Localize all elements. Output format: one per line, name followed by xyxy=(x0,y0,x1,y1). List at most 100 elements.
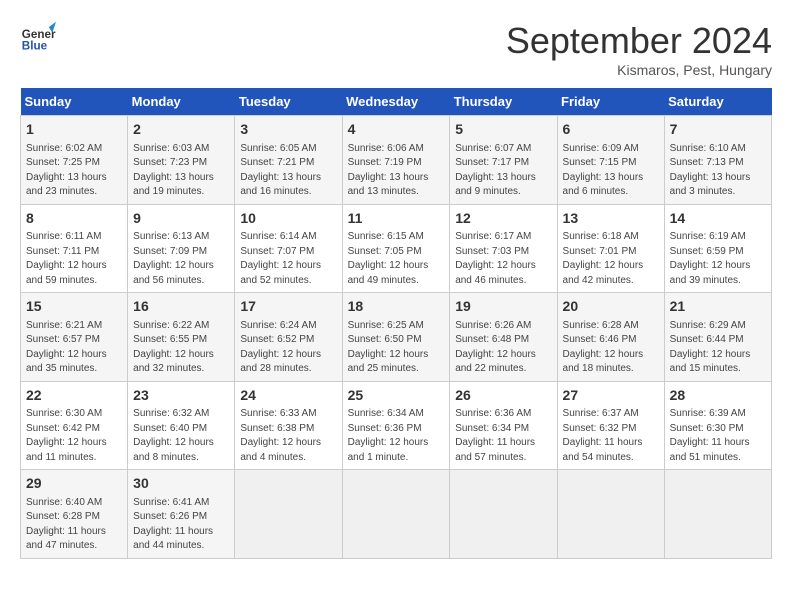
table-row: 13Sunrise: 6:18 AM Sunset: 7:01 PM Dayli… xyxy=(557,204,664,293)
svg-text:Blue: Blue xyxy=(22,40,48,53)
day-number: 4 xyxy=(348,120,445,140)
calendar-week-5: 29Sunrise: 6:40 AM Sunset: 6:28 PM Dayli… xyxy=(21,470,772,559)
day-number: 28 xyxy=(670,386,766,406)
day-number: 15 xyxy=(26,297,122,317)
table-row: 24Sunrise: 6:33 AM Sunset: 6:38 PM Dayli… xyxy=(235,381,342,470)
table-row: 10Sunrise: 6:14 AM Sunset: 7:07 PM Dayli… xyxy=(235,204,342,293)
day-info: Sunrise: 6:15 AM Sunset: 7:05 PM Dayligh… xyxy=(348,230,445,288)
table-row xyxy=(450,470,557,559)
table-row xyxy=(557,470,664,559)
day-number: 10 xyxy=(240,209,336,229)
day-info: Sunrise: 6:25 AM Sunset: 6:50 PM Dayligh… xyxy=(348,319,445,377)
logo: General Blue xyxy=(20,20,56,56)
title-area: September 2024 Kismaros, Pest, Hungary xyxy=(506,20,772,78)
day-number: 23 xyxy=(133,386,229,406)
calendar-table: Sunday Monday Tuesday Wednesday Thursday… xyxy=(20,88,772,559)
day-info: Sunrise: 6:18 AM Sunset: 7:01 PM Dayligh… xyxy=(563,230,659,288)
day-info: Sunrise: 6:33 AM Sunset: 6:38 PM Dayligh… xyxy=(240,407,336,465)
day-number: 2 xyxy=(133,120,229,140)
day-info: Sunrise: 6:39 AM Sunset: 6:30 PM Dayligh… xyxy=(670,407,766,465)
day-number: 24 xyxy=(240,386,336,406)
table-row: 11Sunrise: 6:15 AM Sunset: 7:05 PM Dayli… xyxy=(342,204,450,293)
day-info: Sunrise: 6:28 AM Sunset: 6:46 PM Dayligh… xyxy=(563,319,659,377)
day-info: Sunrise: 6:09 AM Sunset: 7:15 PM Dayligh… xyxy=(563,142,659,200)
table-row: 26Sunrise: 6:36 AM Sunset: 6:34 PM Dayli… xyxy=(450,381,557,470)
calendar-week-3: 15Sunrise: 6:21 AM Sunset: 6:57 PM Dayli… xyxy=(21,293,772,382)
table-row: 15Sunrise: 6:21 AM Sunset: 6:57 PM Dayli… xyxy=(21,293,128,382)
day-number: 16 xyxy=(133,297,229,317)
day-info: Sunrise: 6:41 AM Sunset: 6:26 PM Dayligh… xyxy=(133,496,229,554)
table-row: 30Sunrise: 6:41 AM Sunset: 6:26 PM Dayli… xyxy=(128,470,235,559)
day-info: Sunrise: 6:19 AM Sunset: 6:59 PM Dayligh… xyxy=(670,230,766,288)
table-row: 18Sunrise: 6:25 AM Sunset: 6:50 PM Dayli… xyxy=(342,293,450,382)
day-number: 25 xyxy=(348,386,445,406)
day-info: Sunrise: 6:40 AM Sunset: 6:28 PM Dayligh… xyxy=(26,496,122,554)
table-row: 7Sunrise: 6:10 AM Sunset: 7:13 PM Daylig… xyxy=(664,116,771,205)
day-info: Sunrise: 6:37 AM Sunset: 6:32 PM Dayligh… xyxy=(563,407,659,465)
day-number: 5 xyxy=(455,120,551,140)
calendar-week-2: 8Sunrise: 6:11 AM Sunset: 7:11 PM Daylig… xyxy=(21,204,772,293)
day-number: 19 xyxy=(455,297,551,317)
day-number: 30 xyxy=(133,474,229,494)
table-row: 4Sunrise: 6:06 AM Sunset: 7:19 PM Daylig… xyxy=(342,116,450,205)
day-info: Sunrise: 6:17 AM Sunset: 7:03 PM Dayligh… xyxy=(455,230,551,288)
day-info: Sunrise: 6:34 AM Sunset: 6:36 PM Dayligh… xyxy=(348,407,445,465)
day-info: Sunrise: 6:29 AM Sunset: 6:44 PM Dayligh… xyxy=(670,319,766,377)
day-info: Sunrise: 6:26 AM Sunset: 6:48 PM Dayligh… xyxy=(455,319,551,377)
day-number: 6 xyxy=(563,120,659,140)
day-info: Sunrise: 6:30 AM Sunset: 6:42 PM Dayligh… xyxy=(26,407,122,465)
day-info: Sunrise: 6:14 AM Sunset: 7:07 PM Dayligh… xyxy=(240,230,336,288)
day-number: 29 xyxy=(26,474,122,494)
day-info: Sunrise: 6:22 AM Sunset: 6:55 PM Dayligh… xyxy=(133,319,229,377)
table-row: 8Sunrise: 6:11 AM Sunset: 7:11 PM Daylig… xyxy=(21,204,128,293)
table-row: 6Sunrise: 6:09 AM Sunset: 7:15 PM Daylig… xyxy=(557,116,664,205)
table-row: 14Sunrise: 6:19 AM Sunset: 6:59 PM Dayli… xyxy=(664,204,771,293)
table-row: 23Sunrise: 6:32 AM Sunset: 6:40 PM Dayli… xyxy=(128,381,235,470)
day-info: Sunrise: 6:11 AM Sunset: 7:11 PM Dayligh… xyxy=(26,230,122,288)
day-info: Sunrise: 6:13 AM Sunset: 7:09 PM Dayligh… xyxy=(133,230,229,288)
day-info: Sunrise: 6:21 AM Sunset: 6:57 PM Dayligh… xyxy=(26,319,122,377)
day-info: Sunrise: 6:32 AM Sunset: 6:40 PM Dayligh… xyxy=(133,407,229,465)
day-number: 12 xyxy=(455,209,551,229)
table-row: 28Sunrise: 6:39 AM Sunset: 6:30 PM Dayli… xyxy=(664,381,771,470)
table-row: 20Sunrise: 6:28 AM Sunset: 6:46 PM Dayli… xyxy=(557,293,664,382)
table-row: 5Sunrise: 6:07 AM Sunset: 7:17 PM Daylig… xyxy=(450,116,557,205)
col-friday: Friday xyxy=(557,88,664,116)
table-row xyxy=(664,470,771,559)
day-number: 26 xyxy=(455,386,551,406)
table-row xyxy=(235,470,342,559)
table-row: 2Sunrise: 6:03 AM Sunset: 7:23 PM Daylig… xyxy=(128,116,235,205)
day-number: 7 xyxy=(670,120,766,140)
day-number: 9 xyxy=(133,209,229,229)
col-sunday: Sunday xyxy=(21,88,128,116)
day-info: Sunrise: 6:02 AM Sunset: 7:25 PM Dayligh… xyxy=(26,142,122,200)
day-number: 13 xyxy=(563,209,659,229)
col-tuesday: Tuesday xyxy=(235,88,342,116)
table-row: 19Sunrise: 6:26 AM Sunset: 6:48 PM Dayli… xyxy=(450,293,557,382)
col-saturday: Saturday xyxy=(664,88,771,116)
header: General Blue September 2024 Kismaros, Pe… xyxy=(20,20,772,78)
day-number: 14 xyxy=(670,209,766,229)
day-number: 17 xyxy=(240,297,336,317)
table-row: 1Sunrise: 6:02 AM Sunset: 7:25 PM Daylig… xyxy=(21,116,128,205)
day-info: Sunrise: 6:07 AM Sunset: 7:17 PM Dayligh… xyxy=(455,142,551,200)
table-row: 17Sunrise: 6:24 AM Sunset: 6:52 PM Dayli… xyxy=(235,293,342,382)
table-row: 21Sunrise: 6:29 AM Sunset: 6:44 PM Dayli… xyxy=(664,293,771,382)
table-row: 22Sunrise: 6:30 AM Sunset: 6:42 PM Dayli… xyxy=(21,381,128,470)
day-number: 18 xyxy=(348,297,445,317)
table-row: 9Sunrise: 6:13 AM Sunset: 7:09 PM Daylig… xyxy=(128,204,235,293)
table-row: 29Sunrise: 6:40 AM Sunset: 6:28 PM Dayli… xyxy=(21,470,128,559)
day-info: Sunrise: 6:05 AM Sunset: 7:21 PM Dayligh… xyxy=(240,142,336,200)
table-row: 16Sunrise: 6:22 AM Sunset: 6:55 PM Dayli… xyxy=(128,293,235,382)
calendar-week-1: 1Sunrise: 6:02 AM Sunset: 7:25 PM Daylig… xyxy=(21,116,772,205)
month-title: September 2024 xyxy=(506,20,772,62)
day-number: 20 xyxy=(563,297,659,317)
day-number: 27 xyxy=(563,386,659,406)
day-number: 21 xyxy=(670,297,766,317)
day-number: 1 xyxy=(26,120,122,140)
calendar-week-4: 22Sunrise: 6:30 AM Sunset: 6:42 PM Dayli… xyxy=(21,381,772,470)
col-wednesday: Wednesday xyxy=(342,88,450,116)
day-info: Sunrise: 6:36 AM Sunset: 6:34 PM Dayligh… xyxy=(455,407,551,465)
day-number: 8 xyxy=(26,209,122,229)
day-number: 3 xyxy=(240,120,336,140)
